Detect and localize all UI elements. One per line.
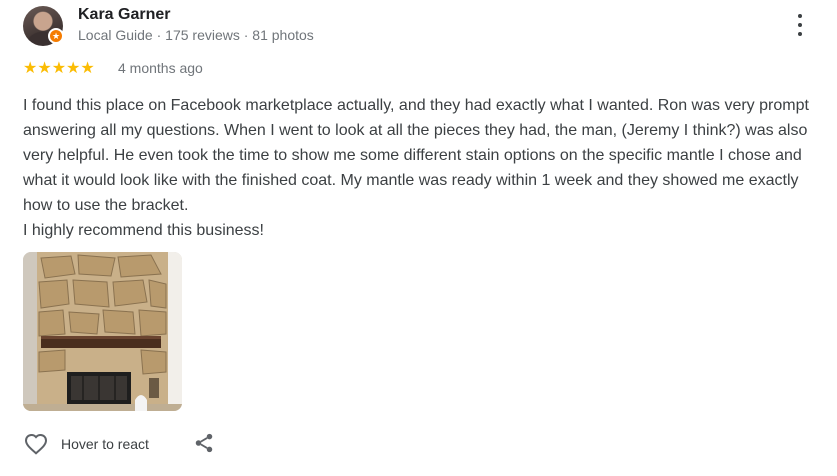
review-text: I found this place on Facebook marketpla… [23,97,809,239]
share-icon[interactable] [193,431,215,455]
review-photo[interactable] [23,252,182,411]
review-time: 4 months ago [118,60,203,76]
dot-icon [798,23,802,27]
reviewer-name[interactable]: Kara Garner [78,6,171,24]
more-options-icon[interactable] [790,12,810,38]
local-guide-badge-icon: ★ [48,28,64,44]
star-rating: ★★★★★ [23,60,95,77]
heart-outline-icon [24,433,48,455]
react-label[interactable]: Hover to react [61,436,149,452]
dot-icon [798,32,802,36]
react-button[interactable] [23,430,49,458]
reviewer-meta[interactable]: Local Guide · 175 reviews · 81 photos [78,27,314,43]
dot-icon [798,14,802,18]
mantle-photo-illustration [23,252,182,411]
